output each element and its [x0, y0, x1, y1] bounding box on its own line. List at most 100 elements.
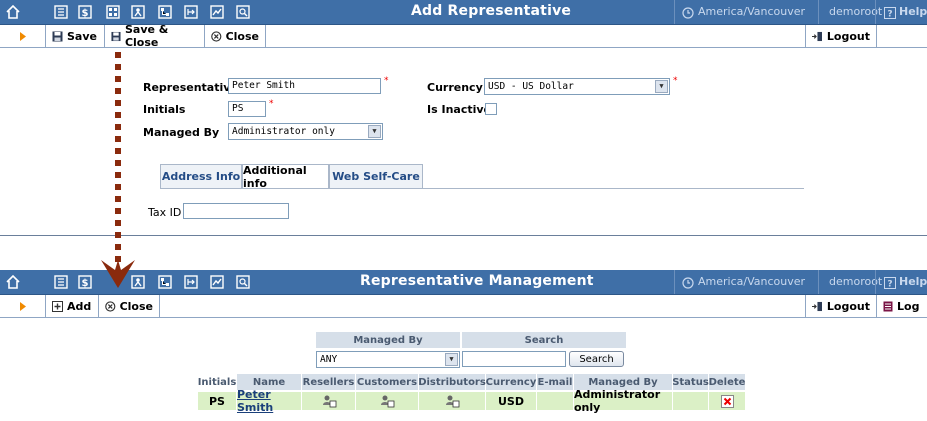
connector-dot [115, 184, 121, 190]
close-label: Close [225, 29, 259, 43]
col-status: Status [672, 374, 709, 390]
required-marker: * [673, 76, 678, 86]
currency-select[interactable]: USD - US Dollar ▼ [484, 78, 670, 95]
page-title: Add Representative [411, 3, 572, 19]
logout-label: Logout [826, 299, 870, 313]
top-toolbar: $ Representative Management America/Vanc… [0, 270, 927, 295]
resellers-icon[interactable] [302, 392, 355, 410]
managed-by-filter-select[interactable]: ANY ▼ [316, 351, 460, 368]
is-inactive-checkbox[interactable] [485, 103, 497, 115]
page-title: Representative Management [360, 273, 594, 289]
save-close-button[interactable]: Save & Close [105, 23, 204, 49]
toolbar-divider [875, 0, 876, 24]
required-marker: * [384, 76, 389, 86]
transfer-icon[interactable] [183, 4, 199, 20]
svg-text:$: $ [82, 8, 89, 19]
chevron-down-icon: ▼ [368, 125, 381, 138]
expand-arrow-icon[interactable] [0, 25, 45, 47]
chart-icon[interactable] [209, 274, 225, 290]
row-currency: USD [486, 392, 536, 410]
distributors-icon[interactable] [419, 392, 485, 410]
toolbar-divider [674, 0, 675, 24]
svg-text:?: ? [887, 10, 892, 20]
logout-button[interactable]: Logout [806, 25, 876, 47]
is-inactive-label: Is Inactive [427, 103, 491, 116]
home-icon[interactable] [5, 274, 21, 290]
close-button[interactable]: Close [99, 295, 159, 317]
grid-icon[interactable] [105, 4, 121, 20]
close-circle-icon [105, 300, 116, 312]
connector-dot [115, 136, 121, 142]
search-icon[interactable] [235, 274, 251, 290]
search-filter-header: Search [462, 332, 626, 348]
toolbar-divider [818, 270, 819, 294]
logout-icon [812, 301, 822, 311]
toolbar-divider [818, 0, 819, 24]
help-icon[interactable]: ? [882, 275, 898, 291]
add-button[interactable]: Add [46, 295, 98, 317]
connector-dot [115, 124, 121, 130]
log-button[interactable]: Log [877, 295, 927, 317]
managed-by-select[interactable]: Administrator only ▼ [228, 123, 383, 140]
initials-input[interactable]: PS [228, 101, 266, 117]
list-icon[interactable] [53, 4, 69, 20]
log-icon [883, 301, 893, 311]
row-name-link[interactable]: Peter Smith [237, 388, 301, 414]
row-initials: PS [198, 392, 236, 410]
logout-icon [812, 31, 822, 41]
tree-icon[interactable] [157, 274, 173, 290]
col-delete: Delete [709, 374, 745, 390]
tab-address-info[interactable]: Address Info [160, 164, 242, 188]
home-icon[interactable] [5, 4, 21, 20]
tax-id-input[interactable] [183, 203, 289, 219]
arrow-down-icon [101, 260, 135, 288]
dollar-icon[interactable]: $ [77, 4, 93, 20]
transfer-icon[interactable] [183, 274, 199, 290]
col-email: E-mail [537, 374, 573, 390]
tab-strip: Address Info Additional info Web Self-Ca… [160, 164, 804, 190]
save-button[interactable]: Save [46, 25, 104, 47]
currency-value: USD - US Dollar [488, 81, 574, 92]
help-link[interactable]: Help [899, 275, 927, 288]
help-link[interactable]: Help [899, 5, 927, 18]
log-label: Log [897, 299, 920, 313]
panel-bottom-border [0, 235, 927, 236]
managed-by-filter-header: Managed By [316, 332, 460, 348]
tab-additional-info[interactable]: Additional info [242, 164, 329, 190]
help-icon[interactable]: ? [882, 5, 898, 21]
clock-icon [680, 5, 696, 21]
chart-icon[interactable] [209, 4, 225, 20]
person-icon[interactable] [130, 4, 146, 20]
connector-dot [115, 172, 121, 178]
col-currency: Currency [486, 374, 536, 390]
connector-dot [115, 208, 121, 214]
tree-icon[interactable] [157, 4, 173, 20]
customers-icon[interactable] [356, 392, 418, 410]
close-button[interactable]: Close [205, 25, 265, 47]
col-resellers: Resellers [302, 374, 355, 390]
toolbar-divider [674, 270, 675, 294]
list-icon[interactable] [53, 274, 69, 290]
timezone-link[interactable]: America/Vancouver [698, 5, 805, 18]
svg-text:?: ? [887, 280, 892, 290]
required-marker: * [269, 99, 274, 109]
tab-web-self-care[interactable]: Web Self-Care [329, 164, 423, 188]
connector-dot [115, 160, 121, 166]
tab-underline [160, 188, 804, 189]
tax-id-label: Tax ID [148, 206, 182, 219]
expand-arrow-icon[interactable] [0, 295, 45, 317]
search-icon[interactable] [235, 4, 251, 20]
representative-name-input[interactable]: Peter Smith [228, 78, 381, 94]
connector-dot [115, 88, 121, 94]
logout-button[interactable]: Logout [806, 295, 876, 317]
search-input[interactable] [462, 351, 566, 367]
col-distributors: Distributors [418, 374, 486, 390]
chevron-down-icon: ▼ [655, 80, 668, 93]
delete-icon[interactable] [709, 392, 745, 410]
connector-dot [115, 220, 121, 226]
search-button[interactable]: Search [569, 351, 624, 367]
timezone-link[interactable]: America/Vancouver [698, 275, 805, 288]
col-customers: Customers [356, 374, 418, 390]
close-label: Close [119, 299, 153, 313]
dollar-icon[interactable]: $ [77, 274, 93, 290]
